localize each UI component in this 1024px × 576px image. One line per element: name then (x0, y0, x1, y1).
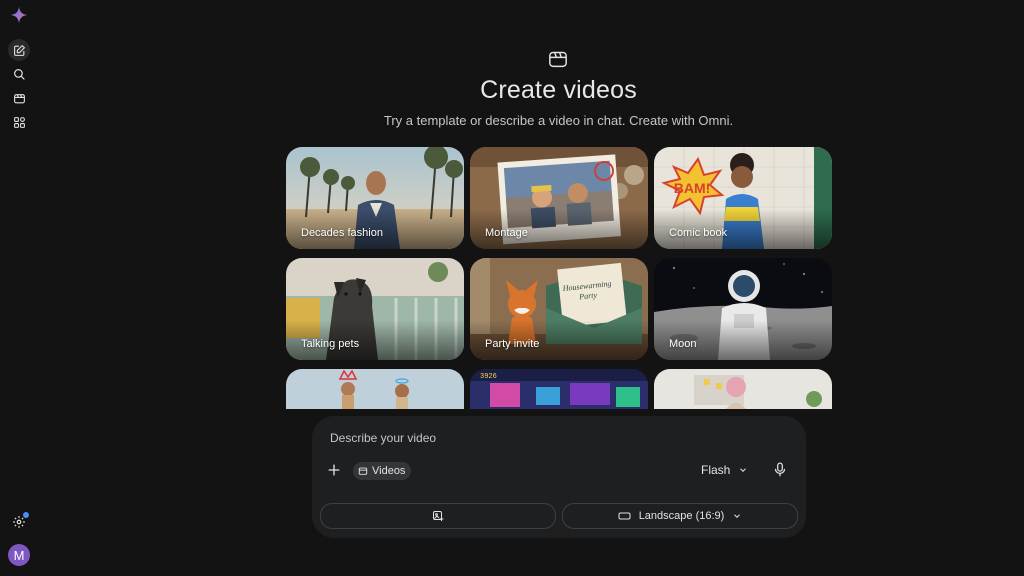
template-label: Decades fashion (301, 227, 383, 239)
new-chat-button[interactable] (8, 39, 30, 61)
template-label: Montage (485, 227, 528, 239)
template-card-montage[interactable]: Montage (470, 147, 648, 249)
notification-dot (23, 512, 29, 518)
videos-chip[interactable]: Videos (353, 462, 412, 480)
add-image-button[interactable] (320, 503, 556, 529)
aspect-ratio-selector[interactable]: Landscape (16:9) (562, 503, 798, 529)
settings-button[interactable] (8, 511, 30, 533)
gemini-sparkle-icon[interactable] (10, 6, 28, 24)
model-selector[interactable]: Flash (701, 463, 748, 477)
template-thumbnail (286, 369, 464, 409)
model-label: Flash (701, 463, 731, 477)
chevron-down-icon (740, 468, 747, 472)
add-image-icon (433, 511, 444, 521)
template-card-talking-pets[interactable]: Talking pets (286, 258, 464, 360)
template-thumbnail: 3926 (470, 369, 648, 409)
mic-icon[interactable] (773, 462, 787, 478)
edit-icon (13, 44, 25, 56)
game-score-text: 3926 (480, 373, 497, 381)
template-card-party-invite[interactable]: Housewarming Party Party invite (470, 258, 648, 360)
template-label: Talking pets (301, 338, 360, 350)
prompt-input[interactable]: Describe your video (330, 431, 436, 445)
chevron-down-icon (734, 514, 741, 518)
video-icon (358, 467, 368, 475)
template-label: Party invite (485, 338, 540, 350)
template-label: Comic book (669, 227, 728, 239)
plus-icon[interactable] (326, 462, 342, 478)
template-grid: Decades fashion Montage BAM! Comic book … (286, 147, 832, 409)
video-icon (549, 51, 567, 68)
aspect-ratio-icon (618, 512, 631, 520)
template-card-moon[interactable]: Moon (654, 258, 832, 360)
page-title: Create videos (480, 76, 637, 104)
avatar[interactable]: M (8, 544, 30, 566)
videos-chip-label: Videos (372, 465, 406, 477)
aspect-ratio-label: Landscape (16:9) (638, 510, 725, 522)
template-card-comic-book[interactable]: BAM! Comic book (654, 147, 832, 249)
template-thumbnail (654, 369, 832, 409)
template-card-row3-3[interactable] (654, 369, 832, 409)
comic-bam-text: BAM! (674, 180, 711, 196)
template-card-decades-fashion[interactable]: Decades fashion (286, 147, 464, 249)
page-subtitle: Try a template or describe a video in ch… (383, 113, 734, 128)
template-label: Moon (669, 338, 697, 350)
prompt-panel: Describe your video Videos Flash Landsca… (312, 416, 806, 538)
template-card-row3-2[interactable]: 3926 (470, 369, 648, 409)
template-card-row3-1[interactable] (286, 369, 464, 409)
